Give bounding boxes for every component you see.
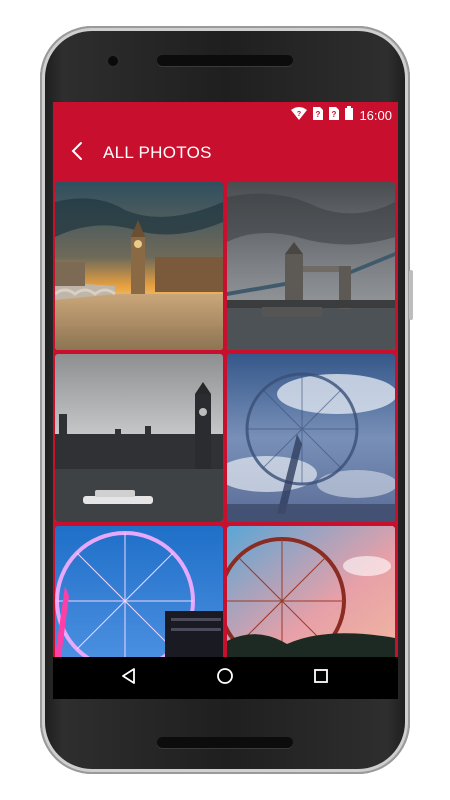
photo-tile-tower-bridge[interactable] — [227, 182, 395, 350]
app-bar: ALL PHOTOS — [53, 126, 398, 180]
sim-1-icon: ? — [313, 106, 324, 125]
status-time: 16:00 — [359, 108, 392, 123]
top-speaker — [157, 55, 293, 66]
nav-recents-button[interactable] — [309, 666, 333, 690]
screen: ? ? ? 16:00 ALL PHOTOS — [53, 102, 398, 699]
sim-2-icon: ? — [329, 106, 340, 125]
front-camera — [108, 56, 118, 66]
nav-home-button[interactable] — [213, 666, 237, 690]
photo-grid — [53, 180, 398, 657]
svg-text:?: ? — [316, 110, 321, 119]
battery-icon — [345, 106, 354, 125]
bottom-speaker — [157, 737, 293, 748]
page-title: ALL PHOTOS — [103, 143, 212, 162]
wifi-icon: ? — [291, 106, 308, 125]
svg-text:?: ? — [332, 110, 337, 119]
system-nav-bar — [53, 657, 398, 699]
side-button — [409, 270, 413, 320]
back-button[interactable] — [63, 138, 91, 168]
photo-tile-parliament[interactable] — [55, 354, 223, 522]
nav-back-button[interactable] — [117, 666, 141, 690]
back-triangle-icon — [121, 667, 137, 689]
home-circle-icon — [216, 667, 234, 690]
photo-tile-london-eye[interactable] — [227, 354, 395, 522]
recents-square-icon — [313, 668, 329, 689]
svg-text:?: ? — [297, 111, 301, 118]
photo-tile-big-ben[interactable] — [55, 182, 223, 350]
chevron-left-icon — [71, 141, 83, 166]
status-bar: ? ? ? 16:00 — [53, 102, 398, 126]
